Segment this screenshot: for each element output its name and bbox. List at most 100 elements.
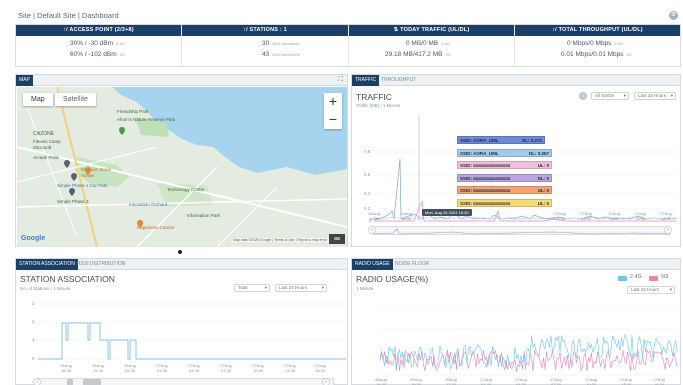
x-tick: 26Aug 16:30 (60, 363, 72, 373)
x-tick: 26Aug 16:30 (375, 377, 387, 385)
scroller-handle[interactable] (83, 379, 101, 385)
poi-marker-icon (85, 167, 91, 175)
chart-title: TRAFFIC (356, 92, 392, 102)
tab-traffic[interactable]: TRAFFIC (352, 75, 380, 86)
map-type-satellite-button[interactable]: Satellite (55, 93, 96, 106)
x-tick: 27Aug 13:30 (620, 377, 632, 385)
x-tick: 27Aug 13:30 (634, 211, 646, 221)
tab-radio-usage[interactable]: RADIO USAGE (352, 259, 393, 270)
y-tick: 1 (32, 337, 35, 342)
y-tick: 0.8 (364, 149, 371, 154)
settings-icon[interactable]: ⚙ (669, 11, 678, 20)
legend-label: SSID: ≤≤≤≤≤≤≤≤≤≤≤≤≤≤≤ (460, 176, 511, 181)
zoom-in-button[interactable]: + (324, 93, 342, 111)
x-tick: 26Aug 19:30 (400, 211, 412, 221)
legend-item: SSID: ≤≤≤≤≤≤≤≤≤≤≤≤≤≤≤ UL: 0 (457, 186, 552, 194)
summary-value: 0 MB/0 MB (406, 40, 439, 47)
station-filter-select[interactable]: Total (234, 284, 270, 292)
chart-range-scroller[interactable] (36, 378, 334, 385)
zoom-out-button[interactable]: − (324, 111, 342, 129)
tab-noise-floor[interactable]: NOISE FLOOR (392, 259, 432, 270)
legend-item: SSID: AORA_UML DL: 0.272 (457, 136, 545, 144)
x-tick: 27Aug 13:30 (284, 363, 296, 373)
tab-map[interactable]: MAP (16, 75, 33, 86)
x-tick: 27Aug 10:30 (585, 377, 597, 385)
scroll-left-icon[interactable]: ‹ (33, 378, 41, 385)
tab-station-association[interactable]: STATION ASSOCIATION (16, 259, 78, 270)
legend-value: UL: 0 (537, 201, 549, 206)
legend-item: SSID: AORA_UML DL: 0.257 (457, 149, 552, 157)
y-tick: 0 (32, 356, 35, 361)
summary-value: 30% / -30 dBm (70, 40, 113, 47)
legend-5g[interactable]: 5G (661, 274, 668, 280)
expand-icon[interactable]: ⛶ (338, 76, 343, 84)
y-tick: 3 (32, 301, 35, 306)
map-type-map-button[interactable]: Map (23, 93, 53, 106)
x-tick: 27Aug 10:30 (608, 211, 620, 221)
x-tick: 27Aug 07:30 (580, 211, 592, 221)
station-chart[interactable] (38, 299, 346, 361)
map-label: Innovation Orchard (129, 202, 168, 207)
radio-usage-chart[interactable] (380, 299, 678, 377)
info-icon[interactable]: i (579, 92, 587, 100)
legend-label: SSID: AORA_UML (460, 151, 499, 156)
time-range-select[interactable]: Last 24 Hours (275, 284, 327, 292)
summary-access-point: ↑/ ACCESS POINT (2/3+8) 30% / -30 dBm 2.4… (16, 25, 182, 66)
scroll-right-icon[interactable]: › (322, 378, 330, 385)
x-tick: 27Aug 07:30 (220, 363, 232, 373)
ap-marker-icon[interactable] (69, 188, 75, 196)
legend-item: SSID: ≤≤≤≤≤≤≤≤≤≤≤≤≤≤≤ UL: 0 (457, 199, 552, 207)
map-panel: MAP ⛶ Map Satellite + − CitiZONE Fitness… (15, 74, 348, 247)
summary-title: ↑/ ACCESS POINT (2/3+8) (16, 25, 181, 36)
map-attribution[interactable]: Map data ©2025 Google | Terms of Use | R… (231, 238, 330, 242)
x-tick: 27Aug 16:30 (660, 211, 672, 221)
x-tick: 26Aug 19:30 (92, 363, 104, 373)
x-tick: 26Aug 19:30 (410, 377, 422, 385)
summary-unit: 5G (626, 52, 632, 57)
x-tick: 26Aug 16:30 (368, 211, 380, 221)
ssid-filter-select[interactable]: All SSIDs (591, 92, 629, 100)
legend-24g[interactable]: 2.4G (630, 274, 642, 280)
x-tick: 26Aug 22:30 (124, 363, 136, 373)
summary-bar: ↑/ ACCESS POINT (2/3+8) 30% / -30 dBm 2.4… (15, 24, 681, 67)
map-label: Arcade Pride (33, 155, 60, 160)
summary-unit: 2.4G (614, 41, 624, 46)
chart-range-scroller[interactable] (372, 226, 671, 235)
map-label: Information Park (187, 213, 221, 218)
chart-title: RADIO USAGE(%) (356, 274, 429, 284)
time-range-select[interactable]: Last 24 Hours (634, 92, 676, 100)
summary-stations: ↑/ STATIONS : 1 30 AVG devices/hr 43 MAX d… (182, 25, 349, 66)
legend-item: SSID: ≤≤≤≤≤≤≤≤≤≤≤≤≤≤≤ DL: 0 (457, 174, 552, 182)
legend-item: SSID: ≤≤≤≤≤≤≤≤≤≤≤≤≤≤≤ UL: 0 (457, 161, 552, 169)
radio-usage-panel: RADIO USAGE NOISE FLOOR RADIO USAGE(%) 1… (351, 258, 681, 385)
legend-label: SSID: AORA_UML (460, 138, 499, 143)
tab-throughput[interactable]: THROUGHPUT (378, 75, 419, 86)
summary-title: ↑/ TOTAL THROUGHPUT (UL/DL) (515, 25, 680, 36)
summary-value: 30 (262, 40, 270, 47)
x-tick: 27Aug 01:30 (156, 363, 168, 373)
summary-unit: 2.4G (441, 41, 450, 46)
scroll-right-icon[interactable]: › (664, 226, 672, 234)
chart-subtitle: Traffic (MB) / 1 Minute (356, 103, 401, 108)
map-label: Microsoft (33, 145, 52, 150)
summary-unit: 5G (445, 52, 451, 57)
summary-unit: 2.4G (116, 41, 125, 46)
map-canvas[interactable]: Map Satellite + − CitiZONE Fitness Camp … (17, 87, 347, 247)
traffic-chart[interactable] (374, 115, 676, 225)
ap-marker-icon[interactable] (71, 173, 77, 181)
scroll-left-icon[interactable]: ‹ (368, 226, 376, 234)
summary-value: 60% / -102 dBm (70, 51, 117, 58)
summary-title: ⇅ TODAY TRAFFIC (UL/DL) (349, 25, 514, 36)
map-keyboard-icon[interactable]: ⌨ (329, 234, 345, 244)
scroller-handle[interactable] (67, 379, 73, 385)
map-page-dot[interactable] (178, 250, 182, 254)
summary-today-traffic: ⇅ TODAY TRAFFIC (UL/DL) 0 MB/0 MB 2.4G 29… (349, 25, 515, 66)
map-label: CitiZONE (33, 131, 55, 137)
time-range-select[interactable]: Last 24 Hours (627, 286, 675, 294)
ap-marker-icon[interactable] (64, 160, 70, 168)
radio-series-5g (380, 349, 678, 372)
station-series (38, 322, 346, 360)
tab-rssi-distribution[interactable]: RSSI DISTRIBUTION (74, 259, 128, 270)
breadcrumb[interactable]: Site | Default Site | Dashboard (18, 11, 119, 20)
park-marker-icon (119, 127, 125, 135)
